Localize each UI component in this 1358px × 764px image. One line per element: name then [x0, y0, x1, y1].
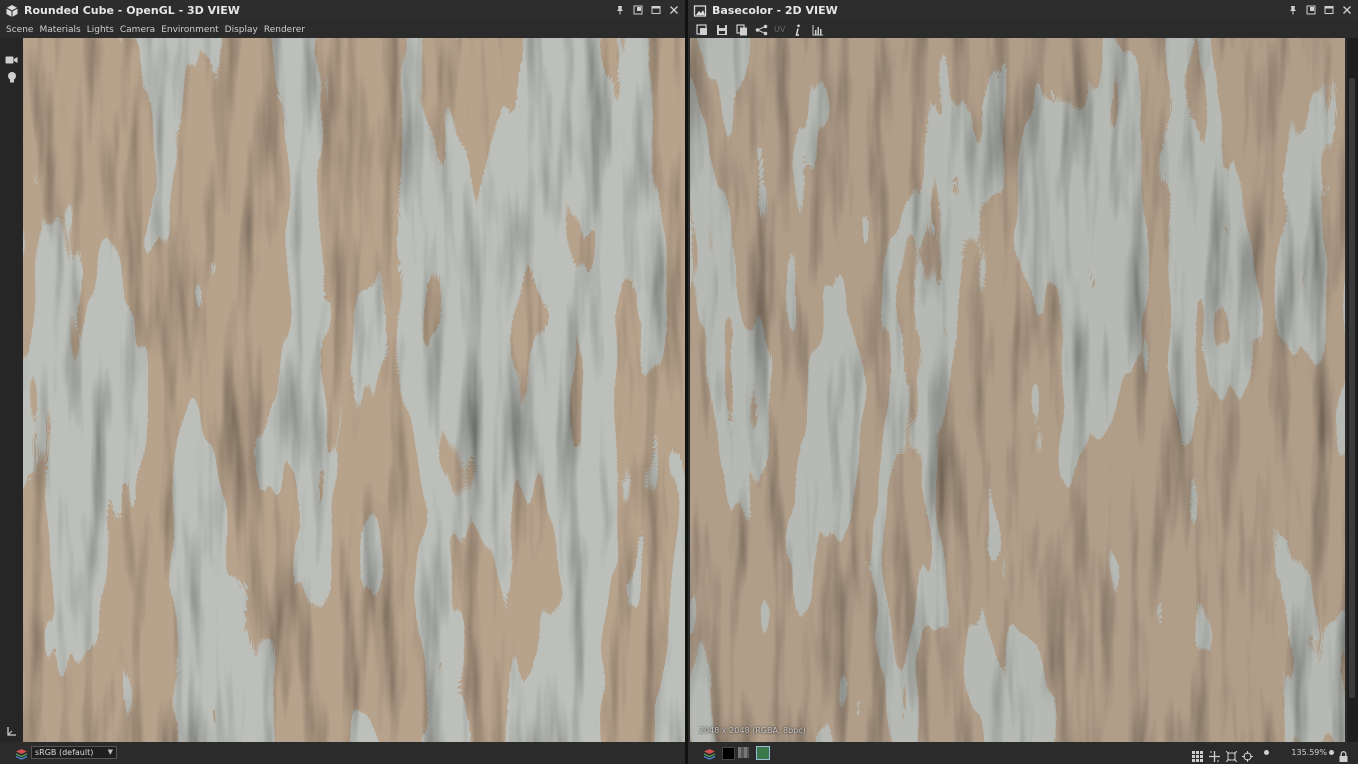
float-window-icon[interactable] [631, 3, 645, 17]
menu-renderer[interactable]: Renderer [261, 25, 308, 35]
checker-background-icon[interactable] [738, 747, 749, 758]
3d-view-sidebar [0, 38, 23, 742]
cube-icon [5, 4, 19, 18]
2d-view-title: Basecolor - 2D VIEW [712, 4, 838, 17]
3d-view-title: Rounded Cube - OpenGL - 3D VIEW [24, 4, 240, 17]
menu-scene[interactable]: Scene [3, 25, 36, 35]
graph-link-icon[interactable] [754, 23, 769, 37]
layers-icon[interactable] [15, 746, 28, 764]
3d-view-statusbar: sRGB (default) ▼ [0, 742, 685, 764]
zoom-dot-icon[interactable] [1264, 750, 1269, 755]
grid-icon[interactable] [1192, 747, 1203, 764]
2d-view-toolbar: UV [688, 21, 1358, 38]
basecolor-texture [690, 38, 1345, 742]
save-icon[interactable] [714, 23, 729, 37]
black-background-swatch[interactable] [722, 747, 735, 760]
3d-view-panel: Rounded Cube - OpenGL - 3D VIEW Scene Ma… [0, 0, 685, 764]
scrollbar-thumb[interactable] [1349, 78, 1355, 698]
lock-icon[interactable] [1339, 747, 1348, 764]
axis-gizmo-icon[interactable] [4, 724, 19, 738]
colorspace-value: sRGB (default) [35, 748, 94, 757]
3d-view-menubar: Scene Materials Lights Camera Environmen… [0, 21, 685, 38]
chevron-down-icon: ▼ [107, 748, 113, 756]
maximize-icon[interactable] [1322, 3, 1336, 17]
uv-toggle[interactable]: UV [774, 25, 785, 34]
layers-icon[interactable] [703, 746, 716, 764]
menu-lights[interactable]: Lights [84, 25, 117, 35]
fit-frame-icon[interactable] [1225, 747, 1238, 764]
pin-icon[interactable] [1286, 3, 1300, 17]
menu-environment[interactable]: Environment [158, 25, 221, 35]
camera-icon[interactable] [4, 53, 19, 67]
2d-viewport[interactable]: 2048 x 2048 (RGBA, 8bpc) [690, 38, 1345, 742]
2d-view-panel: Basecolor - 2D VIEW UV 2048 x 2048 (RGBA… [688, 0, 1358, 764]
zoom-level[interactable]: 135.59% [1291, 748, 1327, 757]
menu-display[interactable]: Display [222, 25, 261, 35]
close-icon[interactable] [667, 3, 681, 17]
image-channel-icon[interactable] [756, 746, 770, 760]
colorspace-select[interactable]: sRGB (default) ▼ [31, 746, 117, 759]
bark-texture-render [23, 38, 685, 742]
fit-view-icon[interactable] [694, 23, 709, 37]
3d-viewport[interactable] [23, 38, 685, 742]
image-icon [693, 4, 707, 18]
crosshair-icon[interactable] [1242, 747, 1253, 764]
histogram-icon[interactable] [810, 23, 825, 37]
image-resolution-info: 2048 x 2048 (RGBA, 8bpc) [699, 726, 806, 735]
menu-camera[interactable]: Camera [117, 25, 158, 35]
tiling-icon[interactable] [1209, 747, 1220, 764]
2d-view-titlebar: Basecolor - 2D VIEW [688, 0, 1358, 21]
float-window-icon[interactable] [1304, 3, 1318, 17]
zoom-reset-icon[interactable] [1329, 750, 1334, 755]
copy-icon[interactable] [734, 23, 749, 37]
pin-icon[interactable] [613, 3, 627, 17]
maximize-icon[interactable] [649, 3, 663, 17]
info-icon[interactable] [790, 23, 805, 37]
menu-materials[interactable]: Materials [36, 25, 83, 35]
light-bulb-icon[interactable] [4, 70, 19, 84]
3d-view-titlebar: Rounded Cube - OpenGL - 3D VIEW [0, 0, 685, 21]
vertical-scrollbar[interactable] [1347, 38, 1358, 742]
2d-view-statusbar: 135.59% [688, 742, 1358, 764]
close-icon[interactable] [1340, 3, 1354, 17]
